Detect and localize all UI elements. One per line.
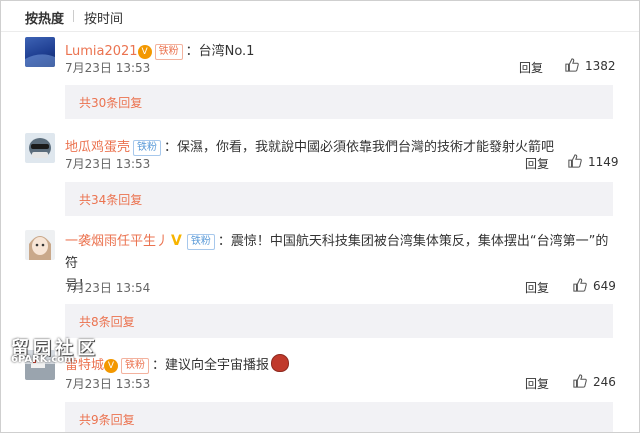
- replies-box[interactable]: 共30条回复: [65, 85, 613, 119]
- like-button[interactable]: 1382: [565, 58, 616, 73]
- vip-icon: V: [137, 45, 152, 59]
- replies-link[interactable]: 共30条回复: [79, 94, 142, 111]
- verified-icon: V: [171, 233, 182, 249]
- comment-date: 7月23日 13:53: [65, 377, 151, 391]
- reply-button[interactable]: 回复: [525, 279, 549, 296]
- emoji-icon: [271, 354, 290, 372]
- thumbs-up-icon: [568, 154, 582, 168]
- avatar[interactable]: [25, 133, 55, 163]
- comment-text: ：建议向全宇宙播报: [152, 358, 270, 373]
- replies-box[interactable]: 共8条回复: [65, 304, 613, 338]
- comment-line: 雷特城 V 铁粉 ：建议向全宇宙播报: [65, 354, 613, 377]
- replies-link[interactable]: 共8条回复: [79, 313, 135, 330]
- comment-text: ：保濕，你看，我就說中國必須依靠我們台灣的技術才能發射火箭吧: [164, 140, 555, 155]
- like-button[interactable]: 1149: [568, 154, 619, 169]
- like-count: 246: [593, 375, 616, 389]
- replies-link[interactable]: 共34条回复: [79, 191, 142, 208]
- comment-text: ：台湾No.1: [185, 44, 255, 59]
- fan-badge[interactable]: 铁粉: [186, 234, 215, 250]
- avatar[interactable]: [25, 37, 55, 67]
- like-count: 1149: [588, 155, 619, 169]
- replies-box[interactable]: 共34条回复: [65, 182, 613, 216]
- vip-icon: V: [104, 359, 119, 373]
- fan-badge[interactable]: 铁粉: [121, 358, 150, 374]
- sort-tabs: 按热度 按时间: [1, 1, 639, 32]
- like-count: 1382: [585, 59, 616, 73]
- replies-box[interactable]: 共9条回复: [65, 402, 613, 432]
- like-count: 649: [593, 279, 616, 293]
- tab-divider: [73, 10, 74, 22]
- fan-badge[interactable]: 铁粉: [133, 140, 162, 156]
- avatar-image: [29, 138, 51, 158]
- comment-date: 7月23日 13:54: [65, 281, 151, 295]
- reply-button[interactable]: 回复: [525, 155, 549, 172]
- avatar-image: [29, 236, 51, 260]
- comment-date: 7月23日 13:53: [65, 61, 151, 75]
- tab-time[interactable]: 按时间: [84, 8, 123, 27]
- avatar[interactable]: [25, 230, 55, 260]
- fan-badge[interactable]: 铁粉: [154, 44, 183, 60]
- tab-hot[interactable]: 按热度: [25, 8, 64, 27]
- username[interactable]: 一袭烟雨任平生丿: [65, 234, 169, 249]
- comment-date: 7月23日 13:53: [65, 157, 151, 171]
- like-button[interactable]: 649: [573, 278, 616, 293]
- replies-link[interactable]: 共9条回复: [79, 411, 135, 428]
- thumbs-up-icon: [573, 374, 587, 388]
- reply-button[interactable]: 回复: [519, 59, 543, 76]
- like-button[interactable]: 246: [573, 374, 616, 389]
- username[interactable]: 地瓜鸡蛋壳: [65, 140, 130, 155]
- watermark-sub: 6PARK.com: [11, 354, 75, 365]
- avatar-image: [25, 54, 55, 67]
- comment-panel: 按热度 按时间 Lumia2021 V 铁粉 ：台湾No.1 7月23日 13:53 …: [0, 0, 640, 433]
- thumbs-up-icon: [573, 278, 587, 292]
- thumbs-up-icon: [565, 58, 579, 72]
- username[interactable]: Lumia2021: [65, 44, 138, 59]
- reply-button[interactable]: 回复: [525, 375, 549, 392]
